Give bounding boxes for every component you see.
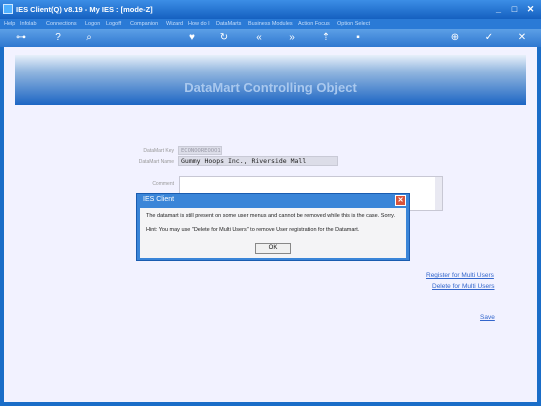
- page-header: DataMart Controlling Object: [15, 55, 526, 105]
- datamart-name-field[interactable]: Gummy Hoops Inc., Riverside Mall: [178, 156, 338, 166]
- message-dialog: IES Client ✕ The datamart is still prese…: [136, 193, 410, 261]
- dialog-hint: Hint: You may use "Delete for Multi User…: [146, 227, 360, 233]
- datamart-name-label: DataMart Name: [138, 159, 174, 165]
- datamart-key-field[interactable]: ECONOOREOOO1: [178, 146, 222, 155]
- help-icon[interactable]: ?: [52, 32, 64, 44]
- toolbar: ⊶ ? ⌕ ♥ ↻ « » ⇡ ▪ ⊕ ✓ ✕: [0, 29, 541, 47]
- heart-icon[interactable]: ♥: [186, 32, 198, 44]
- register-multi-users-link[interactable]: Register for Multi Users: [426, 272, 494, 279]
- upload-icon[interactable]: ⇡: [320, 32, 332, 44]
- add-icon[interactable]: ⊕: [449, 32, 461, 44]
- menu-action-focus[interactable]: Action Focus: [298, 21, 330, 27]
- window-title: IES Client(Q) v8.19 - My IES : [mode-Z]: [16, 5, 153, 14]
- delete-multi-users-link[interactable]: Delete for Multi Users: [432, 283, 495, 290]
- menu-wizard[interactable]: Wizard: [166, 21, 183, 27]
- menu-logoff[interactable]: Logoff: [106, 21, 121, 27]
- menu-connections[interactable]: Connections: [46, 21, 77, 27]
- refresh-icon[interactable]: ↻: [218, 32, 230, 44]
- close-icon[interactable]: ✕: [516, 32, 528, 44]
- dialog-title-bar: IES Client ✕: [137, 194, 409, 207]
- search-icon[interactable]: ⌕: [83, 32, 95, 44]
- dialog-body: The datamart is still present on some us…: [140, 208, 406, 258]
- menu-datamarts[interactable]: DataMarts: [216, 21, 241, 27]
- datamart-key-label: DataMart Key: [143, 148, 174, 154]
- app-icon: [3, 4, 13, 14]
- comment-scrollbar[interactable]: [435, 177, 442, 210]
- menu-how-do-i[interactable]: How do I: [188, 21, 210, 27]
- save-icon[interactable]: ▪: [352, 32, 364, 44]
- ok-button[interactable]: OK: [255, 243, 291, 254]
- dialog-close-button[interactable]: ✕: [395, 195, 406, 206]
- page-title: DataMart Controlling Object: [184, 80, 357, 95]
- save-link[interactable]: Save: [480, 314, 495, 321]
- menu-help[interactable]: Help: [4, 21, 15, 27]
- app-window: IES Client(Q) v8.19 - My IES : [mode-Z] …: [0, 0, 541, 406]
- maximize-button[interactable]: □: [508, 3, 521, 15]
- dialog-message: The datamart is still present on some us…: [146, 213, 396, 219]
- minimize-button[interactable]: _: [492, 3, 505, 15]
- menu-logon[interactable]: Logon: [85, 21, 100, 27]
- menu-business-modules[interactable]: Business Modules: [248, 21, 293, 27]
- title-bar: IES Client(Q) v8.19 - My IES : [mode-Z] …: [0, 0, 541, 19]
- close-window-button[interactable]: ✕: [524, 3, 537, 15]
- check-icon[interactable]: ✓: [483, 32, 495, 44]
- comment-label: Comment: [152, 181, 174, 187]
- rewind-icon[interactable]: «: [253, 32, 265, 44]
- back-key-icon[interactable]: ⊶: [10, 32, 32, 44]
- menu-bar: Help Infolab Connections Logon Logoff Co…: [0, 19, 541, 29]
- dialog-title: IES Client: [143, 196, 175, 203]
- menu-infolab[interactable]: Infolab: [20, 21, 37, 27]
- menu-option-select[interactable]: Option Select: [337, 21, 370, 27]
- fast-forward-icon[interactable]: »: [286, 32, 298, 44]
- menu-companion[interactable]: Companion: [130, 21, 158, 27]
